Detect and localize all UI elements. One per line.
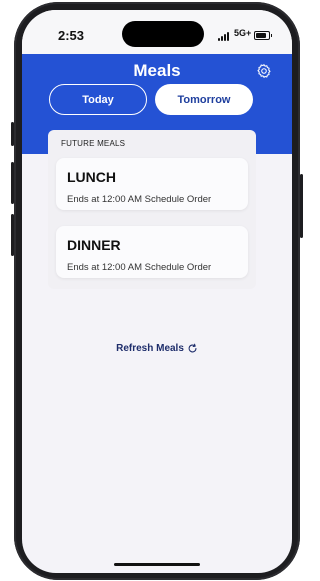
home-indicator[interactable] (114, 563, 200, 566)
future-meals-panel: FUTURE MEALS LUNCH Ends at 12:00 AM Sche… (48, 130, 256, 289)
network-type: 5G+ (234, 28, 252, 38)
volume-down-button (11, 214, 14, 256)
app-screen: 2:53 5G+ Meals Today Tomorrow FUTURE MEA… (22, 10, 292, 573)
refresh-label: Refresh Meals (116, 343, 184, 354)
page-title: Meals (133, 61, 181, 80)
dynamic-island (122, 21, 204, 47)
gear-icon[interactable] (256, 63, 272, 79)
section-label: FUTURE MEALS (61, 139, 126, 148)
meal-card-dinner[interactable]: DINNER Ends at 12:00 AM Schedule Order (56, 226, 248, 278)
volume-up-button (11, 162, 14, 204)
refresh-icon (188, 343, 197, 353)
status-time: 2:53 (58, 28, 85, 43)
battery-icon (254, 31, 272, 40)
meal-detail: Ends at 12:00 AM Schedule Order (67, 262, 212, 273)
refresh-meals-button[interactable]: Refresh Meals (22, 343, 292, 354)
mute-switch (11, 122, 14, 146)
power-button (300, 174, 303, 238)
meal-name: DINNER (67, 237, 121, 253)
meal-detail: Ends at 12:00 AM Schedule Order (67, 194, 212, 205)
tab-today[interactable]: Today (49, 84, 147, 115)
tab-tomorrow[interactable]: Tomorrow (155, 84, 253, 115)
status-bar: 2:53 5G+ (22, 10, 292, 54)
meal-card-lunch[interactable]: LUNCH Ends at 12:00 AM Schedule Order (56, 158, 248, 210)
meal-name: LUNCH (67, 169, 116, 185)
cellular-signal-icon (218, 32, 229, 41)
